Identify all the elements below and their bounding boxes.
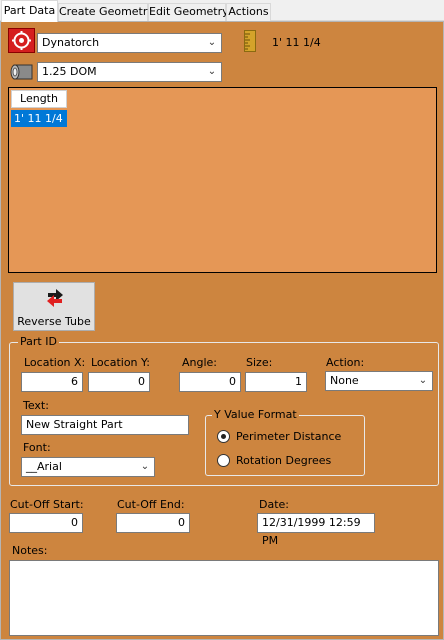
y-value-format-title: Y Value Format [212, 408, 299, 422]
size-label: Size: [246, 356, 273, 369]
tube-icon [9, 61, 35, 83]
text-input[interactable]: New Straight Part [21, 415, 189, 435]
text-label: Text: [23, 399, 49, 412]
cutoff-end-label: Cut-Off End: [117, 498, 185, 511]
tab-strip: Part Data Create Geometry Edit Geometry … [0, 0, 444, 22]
angle-input[interactable]: 0 [179, 372, 241, 392]
machine-select-value: Dynatorch [42, 36, 100, 49]
font-select[interactable]: __Arial ⌄ [21, 457, 155, 477]
part-data-panel: Dynatorch ⌄ 1' 11 1/4 1.25 DOM ⌄ Length … [0, 21, 444, 640]
action-label: Action: [326, 356, 365, 369]
chevron-down-icon: ⌄ [140, 461, 150, 472]
tab-edit-geometry[interactable]: Edit Geometry [148, 3, 229, 21]
rotation-degrees-label[interactable]: Rotation Degrees [236, 454, 331, 467]
notes-textarea[interactable] [9, 560, 439, 636]
angle-label: Angle: [182, 356, 218, 369]
tube-select-value: 1.25 DOM [42, 65, 97, 78]
length-column-header[interactable]: Length [11, 90, 67, 108]
action-select-value: None [330, 374, 359, 387]
location-x-label: Location X: [24, 356, 86, 369]
action-select[interactable]: None ⌄ [325, 371, 433, 391]
cutoff-start-input[interactable]: 0 [9, 513, 83, 533]
part-id-group-title: Part ID [18, 335, 59, 349]
reverse-tube-label: Reverse Tube [17, 315, 91, 328]
location-y-label: Location Y: [91, 356, 150, 369]
chevron-down-icon: ⌄ [418, 375, 428, 386]
perimeter-distance-label[interactable]: Perimeter Distance [236, 430, 341, 443]
tab-actions[interactable]: Actions [226, 3, 271, 21]
tab-part-data[interactable]: Part Data [1, 0, 58, 22]
machine-icon [8, 28, 35, 53]
location-y-input[interactable]: 0 [88, 372, 150, 392]
length-list[interactable]: Length 1' 11 1/4 [8, 87, 437, 273]
list-item[interactable]: 1' 11 1/4 [11, 110, 67, 127]
machine-select[interactable]: Dynatorch ⌄ [37, 33, 222, 53]
font-select-value: __Arial [26, 460, 62, 473]
size-input[interactable]: 1 [245, 372, 307, 392]
tube-select[interactable]: 1.25 DOM ⌄ [37, 62, 222, 82]
reverse-tube-button[interactable]: Reverse Tube [13, 282, 95, 331]
reverse-arrows-icon [44, 287, 66, 307]
date-input[interactable]: 12/31/1999 12:59 PM [257, 513, 375, 547]
rotation-degrees-radio[interactable] [217, 454, 230, 467]
tab-create-geometry[interactable]: Create Geometry [58, 3, 154, 21]
location-x-input[interactable]: 6 [21, 372, 83, 392]
ruler-icon [244, 30, 256, 52]
cutoff-start-label: Cut-Off Start: [10, 498, 84, 511]
length-readout: 1' 11 1/4 [272, 36, 321, 49]
font-label: Font: [23, 441, 51, 454]
chevron-down-icon: ⌄ [207, 66, 217, 77]
date-label: Date: [259, 498, 289, 511]
chevron-down-icon: ⌄ [207, 37, 217, 48]
perimeter-distance-radio[interactable] [217, 430, 230, 443]
cutoff-end-input[interactable]: 0 [116, 513, 190, 533]
notes-label: Notes: [12, 544, 48, 557]
